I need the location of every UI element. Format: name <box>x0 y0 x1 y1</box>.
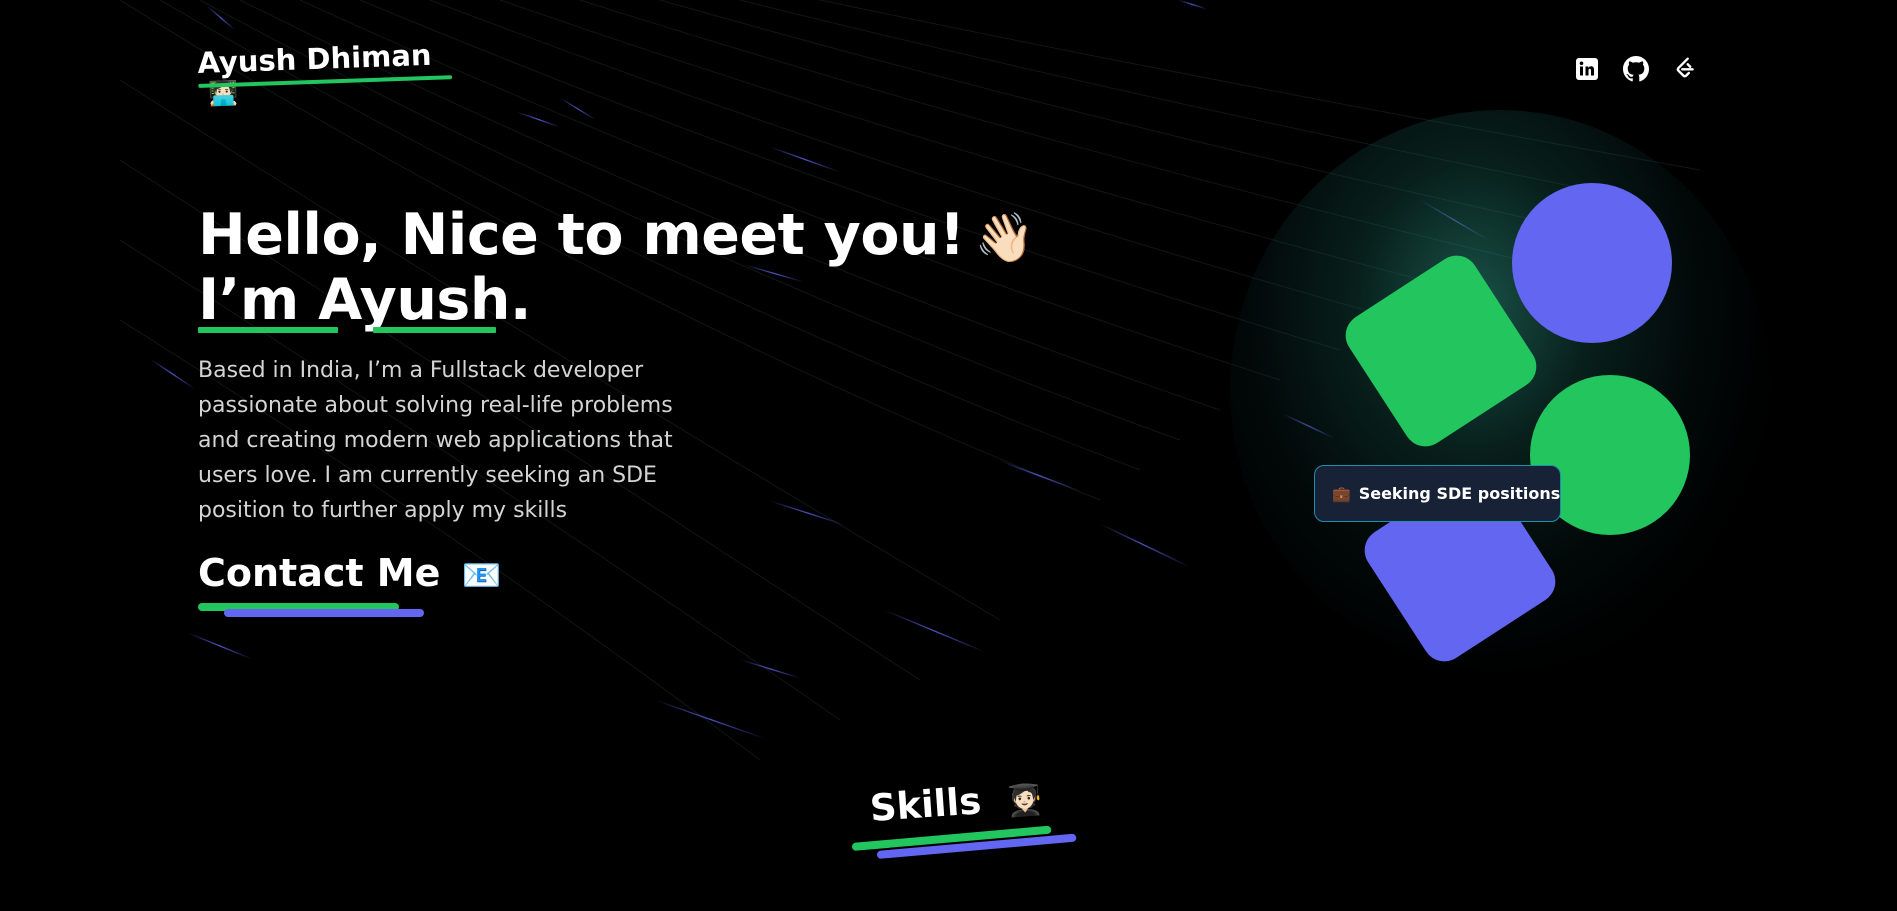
contact-label: Contact Me <box>198 551 441 595</box>
github-icon <box>1623 56 1649 82</box>
name-underline-left <box>198 327 338 333</box>
skills-title: Skills <box>868 779 983 830</box>
briefcase-icon: 💼 <box>1332 484 1351 503</box>
intro-text: I’m Ayush. <box>198 267 532 333</box>
portfolio-page: Ayush Dhiman 🧑🏻‍💻 Hello, Nice to meet yo… <box>0 0 1897 911</box>
status-badge-text: Seeking SDE positions <box>1358 484 1561 503</box>
student-emoji: 🧑🏻‍🎓 <box>1004 781 1045 820</box>
waving-hand-emoji: 👋🏻 <box>974 210 1035 266</box>
contact-me-link[interactable]: Contact Me 📧 <box>198 551 501 595</box>
greeting-text: Hello, Nice to meet you! <box>198 202 965 268</box>
linkedin-icon <box>1576 58 1598 80</box>
greeting-line: Hello, Nice to meet you! 👋🏻 <box>198 204 1034 269</box>
name-underline-right <box>373 327 496 333</box>
indigo-circle <box>1512 183 1672 343</box>
site-logo[interactable]: Ayush Dhiman 🧑🏻‍💻 <box>197 37 459 108</box>
hero-heading: Hello, Nice to meet you! 👋🏻 I’m Ayush. <box>198 204 1034 331</box>
email-emoji: 📧 <box>461 556 502 594</box>
linkedin-link[interactable] <box>1572 54 1602 84</box>
contact-underline-indigo <box>224 609 424 617</box>
leetcode-icon <box>1676 57 1694 78</box>
github-link[interactable] <box>1621 54 1651 84</box>
status-badge: 💼 Seeking SDE positions <box>1314 465 1561 522</box>
logo-text: Ayush Dhiman <box>196 37 433 80</box>
bio-paragraph: Based in India, I’m a Fullstack develope… <box>198 358 673 523</box>
skills-heading: Skills 🧑🏻‍🎓 <box>869 775 1045 830</box>
leetcode-link[interactable] <box>1670 54 1700 84</box>
